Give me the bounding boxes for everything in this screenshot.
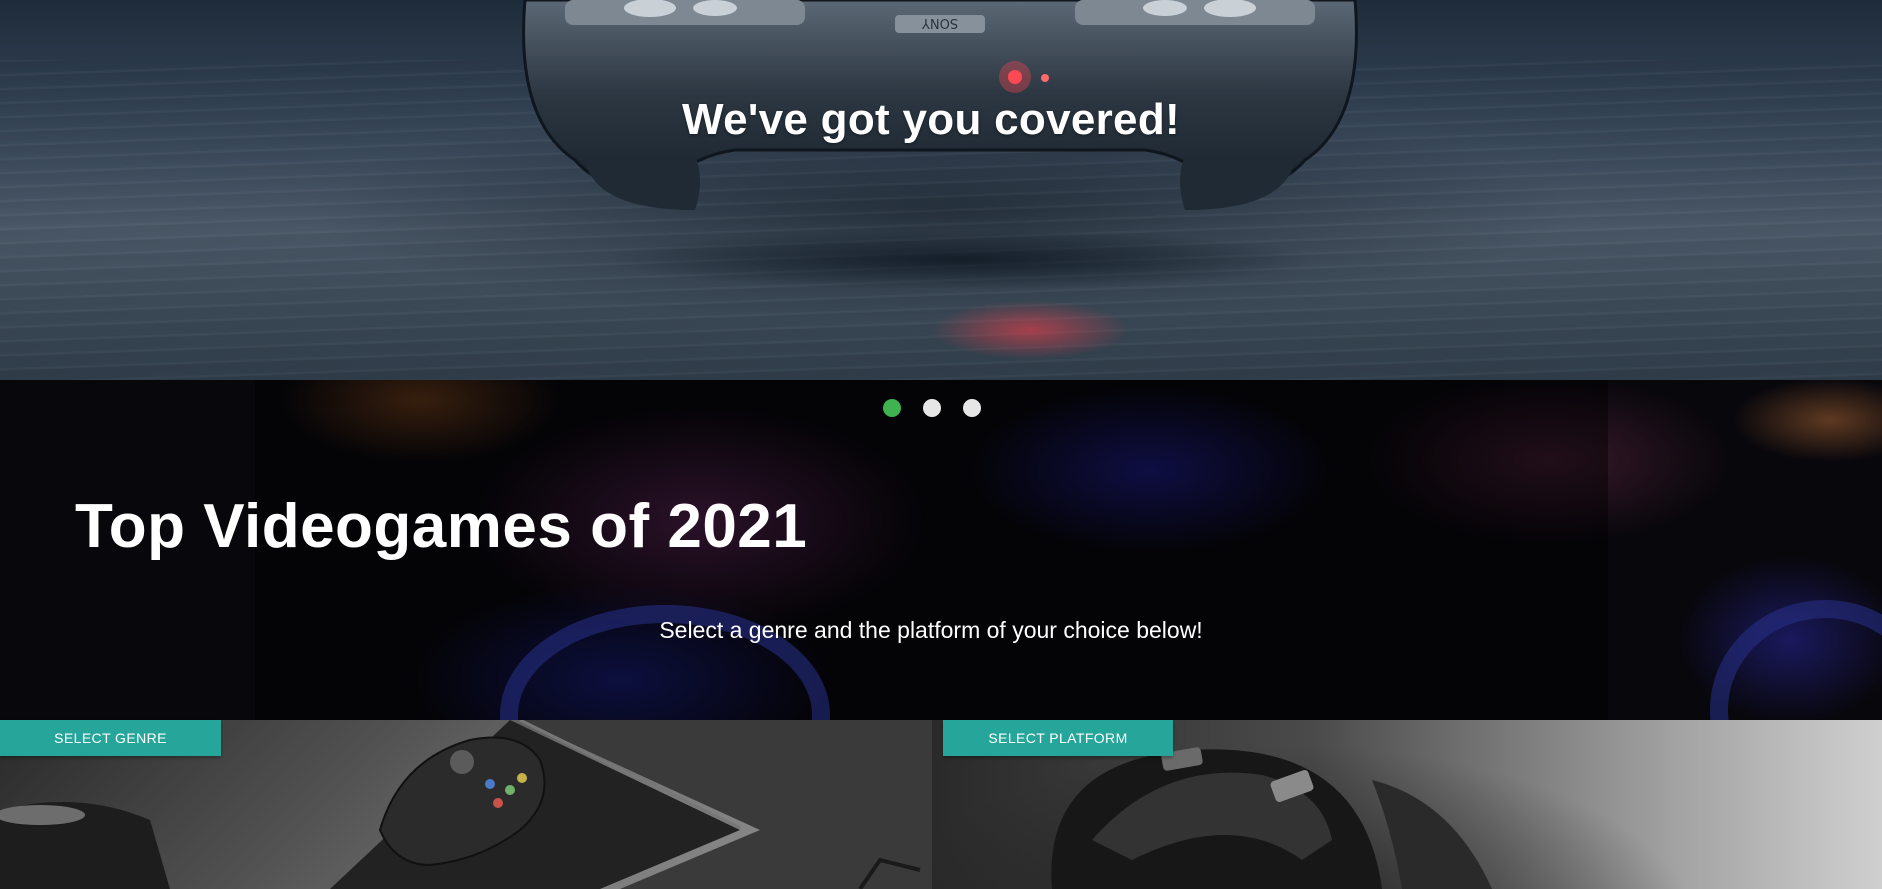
hero-title: We've got you covered! xyxy=(682,95,1180,145)
controller-shadow xyxy=(600,230,1320,290)
carousel-dot-1[interactable] xyxy=(883,399,901,417)
promo-heading: Top Videogames of 2021 xyxy=(75,492,808,562)
carousel-indicators xyxy=(883,399,981,417)
promo-subtitle: Select a genre and the platform of your … xyxy=(659,617,1203,643)
select-genre-button[interactable]: SELECT GENRE xyxy=(0,720,221,756)
hero-banner: SONY We've got you covered! xyxy=(0,0,1882,380)
carousel-dot-2[interactable] xyxy=(923,399,941,417)
red-light-reflection xyxy=(930,300,1130,360)
controller-brand-label: SONY xyxy=(922,15,958,30)
carousel-dot-3[interactable] xyxy=(963,399,981,417)
select-platform-button[interactable]: SELECT PLATFORM xyxy=(943,720,1173,756)
